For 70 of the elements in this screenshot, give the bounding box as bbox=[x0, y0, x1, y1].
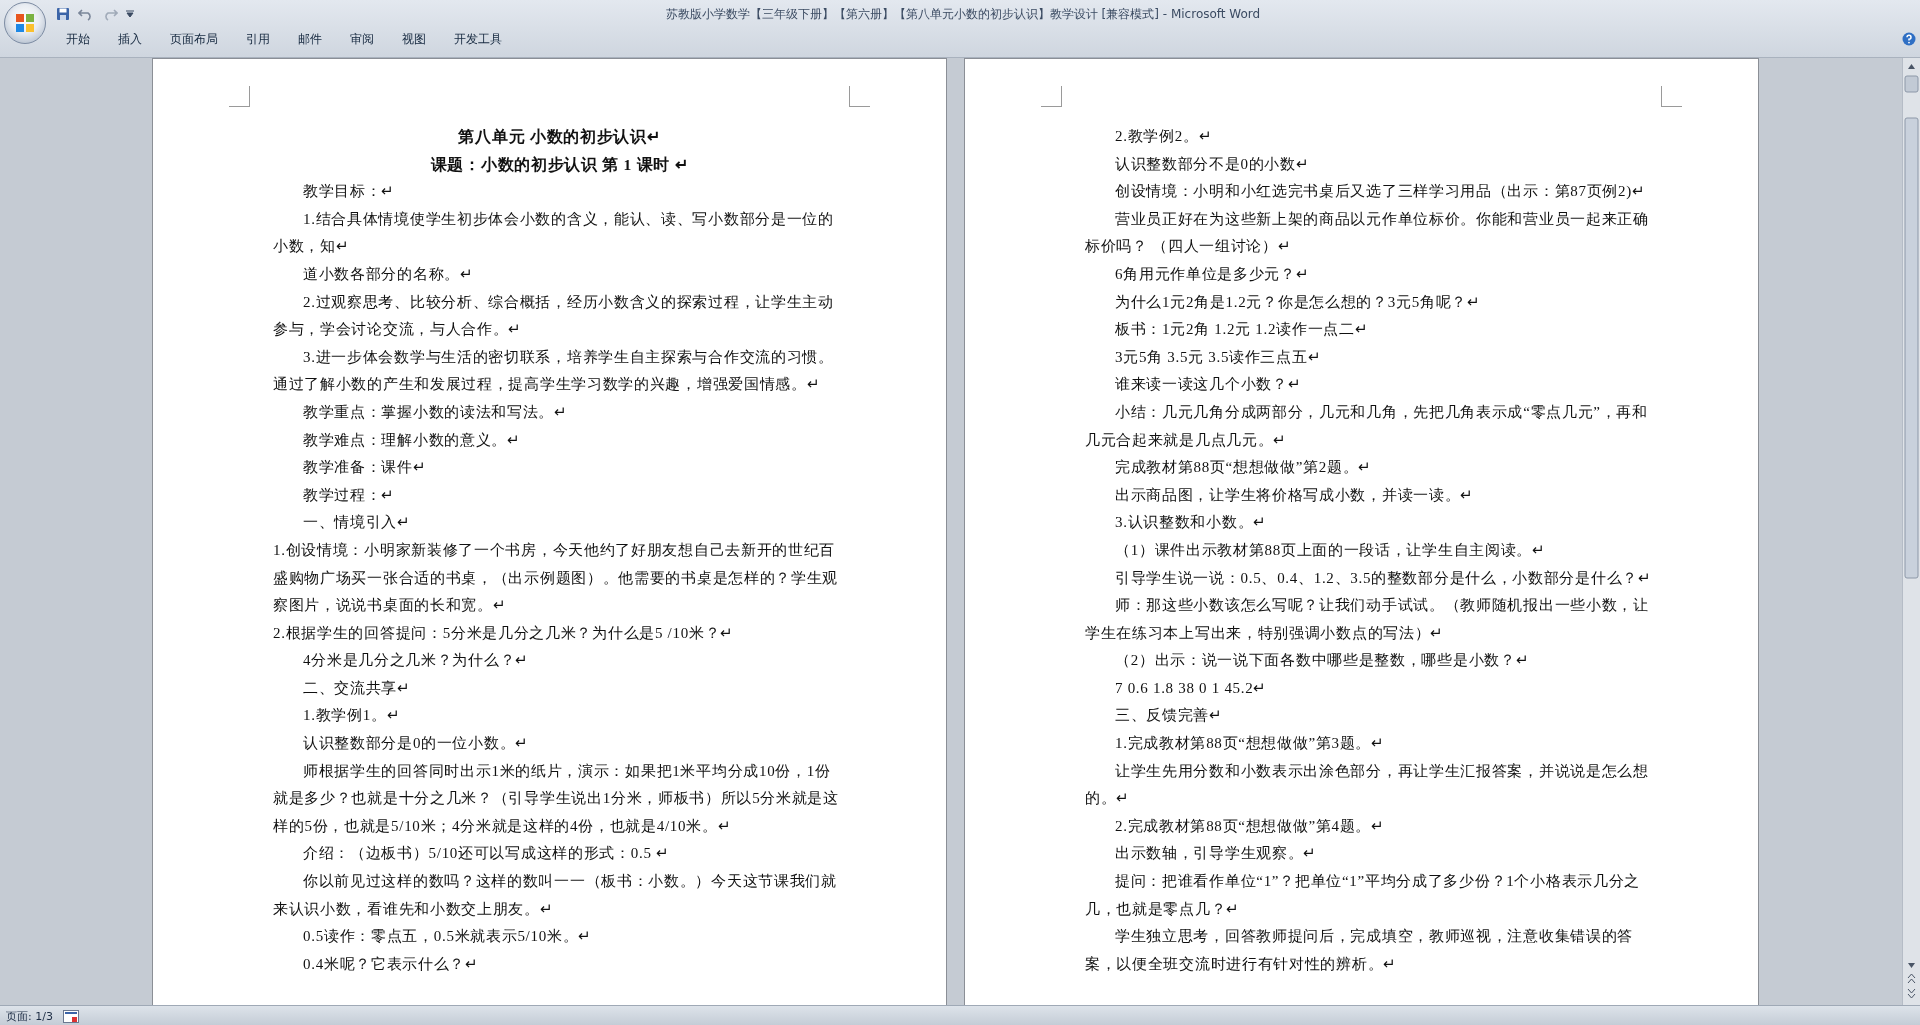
paragraph: 学生独立思考，回答教师提问后，完成填空，教师巡视，注意收集错误的答案，以便全班交流时进行有针对性的辨析。↵ bbox=[1085, 927, 1635, 974]
undo-icon[interactable] bbox=[78, 7, 94, 21]
ribbon-tab[interactable]: 插入 bbox=[104, 28, 156, 50]
paragraph: 一、情境引入↵ bbox=[302, 513, 412, 533]
help-icon[interactable] bbox=[1902, 32, 1916, 46]
paragraph: 3元5角 3.5元 3.5读作三点五↵ bbox=[1114, 347, 1323, 367]
paragraph: 教学重点：掌握小数的读法和写法。↵ bbox=[302, 402, 569, 422]
paragraph: 2.完成教材第88页“想想做做”第4题。↵ bbox=[1114, 816, 1386, 836]
paragraph: 教学目标：↵ bbox=[302, 182, 397, 202]
paragraph: 让学生先用分数和小数表示出涂色部分，再让学生汇报答案，并说说是怎么想的。↵ bbox=[1085, 761, 1650, 809]
paragraph: 6角用元作单位是多少元？↵ bbox=[1114, 264, 1311, 284]
corner-mark bbox=[849, 86, 870, 107]
save-icon[interactable] bbox=[56, 7, 70, 21]
dropdown-icon[interactable] bbox=[126, 10, 134, 18]
paragraph: 0.4米呢？它表示什么？↵ bbox=[302, 954, 480, 974]
ribbon-tab[interactable]: 审阅 bbox=[336, 28, 388, 50]
ribbon-tab[interactable]: 视图 bbox=[388, 28, 440, 50]
ribbon-tab[interactable]: 引用 bbox=[232, 28, 284, 50]
paragraph: 1.结合具体情境使学生初步体会小数的含义，能认、读、写小数部分是一位的小数，知↵ bbox=[273, 209, 835, 257]
paragraph: 小结：几元几角分成两部分，几元和几角，先把几角表示成“零点几元”，再和几元合起来就是几点几元。↵ bbox=[1085, 402, 1649, 450]
paragraph: 板书：1元2角 1.2元 1.2读作一点二↵ bbox=[1114, 320, 1370, 340]
paragraph: 谁来读一读这几个小数？↵ bbox=[1114, 375, 1303, 395]
paragraph: 教学准备：课件↵ bbox=[302, 458, 428, 478]
paragraph: 2.过观察思考、比较分析、综合概括，经历小数含义的探索过程，让学生主动参与，学会讨论交流，与人合作。↵ bbox=[273, 292, 835, 340]
corner-mark bbox=[1661, 86, 1682, 107]
paragraph: 提问：把谁看作单位“1”？把单位“1”平均分成了多少份？1个小格表示几分之几，也就是零点几？↵ bbox=[1085, 872, 1642, 919]
paragraph: 认识整数部分不是0的小数↵ bbox=[1114, 154, 1311, 174]
ribbon-tab[interactable]: 邮件 bbox=[284, 28, 336, 50]
paragraph: 师：那这些小数该怎么写呢？让我们动手试试。（教师随机报出一些小数，让学生在练习本上写出来，特别强调小数点的写法）↵ bbox=[1085, 596, 1650, 643]
document-heading: 第八单元 小数的初步认识↵ bbox=[457, 127, 662, 147]
vertical-scrollbar[interactable] bbox=[1902, 58, 1920, 1005]
paragraph: 认识整数部分是0的一位小数。↵ bbox=[302, 734, 530, 754]
paragraph: 0.5读作：零点五，0.5米就表示5/10米。↵ bbox=[302, 927, 593, 947]
paragraph: 为什么1元2角是1.2元？你是怎么想的？3元5角呢？↵ bbox=[1114, 292, 1482, 312]
window-title: 苏教版小学数学【三年级下册】【第六册】【第八单元小数的初步认识】教学设计 [兼容模式] - Microsoft Word bbox=[664, 5, 1262, 23]
paragraph: 4分米是几分之几米？为什么？↵ bbox=[302, 651, 530, 671]
paragraph: 引导学生说一说：0.5、0.4、1.2、3.5的整数部分是什么，小数部分是什么？↵ bbox=[1114, 568, 1653, 588]
paragraph: 创设情境：小明和小红选完书桌后又选了三样学习用品（出示：第87页例2)↵ bbox=[1114, 182, 1647, 202]
paragraph: 二、交流共享↵ bbox=[302, 678, 412, 698]
corner-mark bbox=[1041, 86, 1062, 107]
paragraph: 三、反馈完善↵ bbox=[1114, 706, 1224, 726]
ribbon-tab[interactable]: 页面布局 bbox=[156, 28, 232, 50]
paragraph: 1.教学例1。↵ bbox=[302, 706, 402, 726]
paragraph: 教学过程：↵ bbox=[302, 485, 397, 505]
paragraph: 2.根据学生的回答提问：5分米是几分之几米？为什么是5 /10米？↵ bbox=[273, 623, 735, 643]
paragraph: 出示商品图，让学生将价格写成小数，并读一读。↵ bbox=[1114, 485, 1476, 505]
document-status-icon[interactable] bbox=[62, 1009, 79, 1023]
ribbon-tab[interactable]: 开发工具 bbox=[440, 28, 516, 50]
paragraph: 2.教学例2。↵ bbox=[1114, 127, 1214, 146]
paragraph: 1.完成教材第88页“想想做做”第3题。↵ bbox=[1114, 734, 1386, 754]
paragraph: 师根据学生的回答同时出示1米的纸片，演示：如果把1米平均分成10份，1份就是多少？也就是十分之几米？（引导学生说出1分米，师板书）所以5分米就是这样的5份，也就是5/10米；4分米就是这样的4份，也就是4/10米。↵ bbox=[273, 761, 840, 836]
office-logo-icon bbox=[14, 12, 36, 34]
office-button[interactable] bbox=[4, 2, 46, 44]
paragraph: 1.创设情境：小明家新装修了一个书房，今天他约了好朋友想自己去新开的世纪百盛购物广场买一张合适的书桌，（出示例题图）。他需要的书桌是怎样的？学生观察图片，说说书桌面的长和宽。↵ bbox=[273, 540, 840, 616]
paragraph: 教学难点：理解小数的意义。↵ bbox=[302, 430, 522, 450]
paragraph: （1）课件出示教材第88页上面的一段话，让学生自主阅读。↵ bbox=[1114, 540, 1547, 560]
paragraph: 营业员正好在为这些新上架的商品以元作单位标价。你能和营业员一起来正确标价吗？ （四人一组讨论）↵ bbox=[1085, 209, 1650, 257]
paragraph: （2）出示：说一说下面各数中哪些是整数，哪些是小数？↵ bbox=[1114, 651, 1531, 671]
paragraph: 3.认识整数和小数。↵ bbox=[1114, 513, 1268, 533]
paragraph: 完成教材第88页“想想做做”第2题。↵ bbox=[1114, 458, 1374, 478]
ribbon-tab[interactable]: 开始 bbox=[52, 28, 104, 50]
paragraph: 7 0.6 1.8 38 0 1 45.2↵ bbox=[1114, 678, 1269, 698]
paragraph: 道小数各部分的名称。↵ bbox=[302, 264, 475, 284]
paragraph: 介绍：（边板书）5/10还可以写成这样的形式：0.5 ↵ bbox=[302, 844, 671, 864]
paragraph: 出示数轴，引导学生观察。↵ bbox=[1114, 844, 1319, 864]
paragraph: 3.进一步体会数学与生活的密切联系，培养学生自主探索与合作交流的习惯。通过了解小数的产生和发展过程，提高学生学习数学的兴趣，增强爱国情感。↵ bbox=[273, 347, 835, 395]
paragraph: 你以前见过这样的数吗？这样的数叫一一（板书：小数。）今天这节课我们就来认识小数，看谁先和小数交上朋友。↵ bbox=[273, 872, 838, 919]
document-subtitle: 课题：小数的初步认识 第 1 课时 ↵ bbox=[429, 154, 690, 175]
corner-mark bbox=[229, 86, 250, 107]
page-count: 页面: 1/3 bbox=[6, 1008, 53, 1024]
